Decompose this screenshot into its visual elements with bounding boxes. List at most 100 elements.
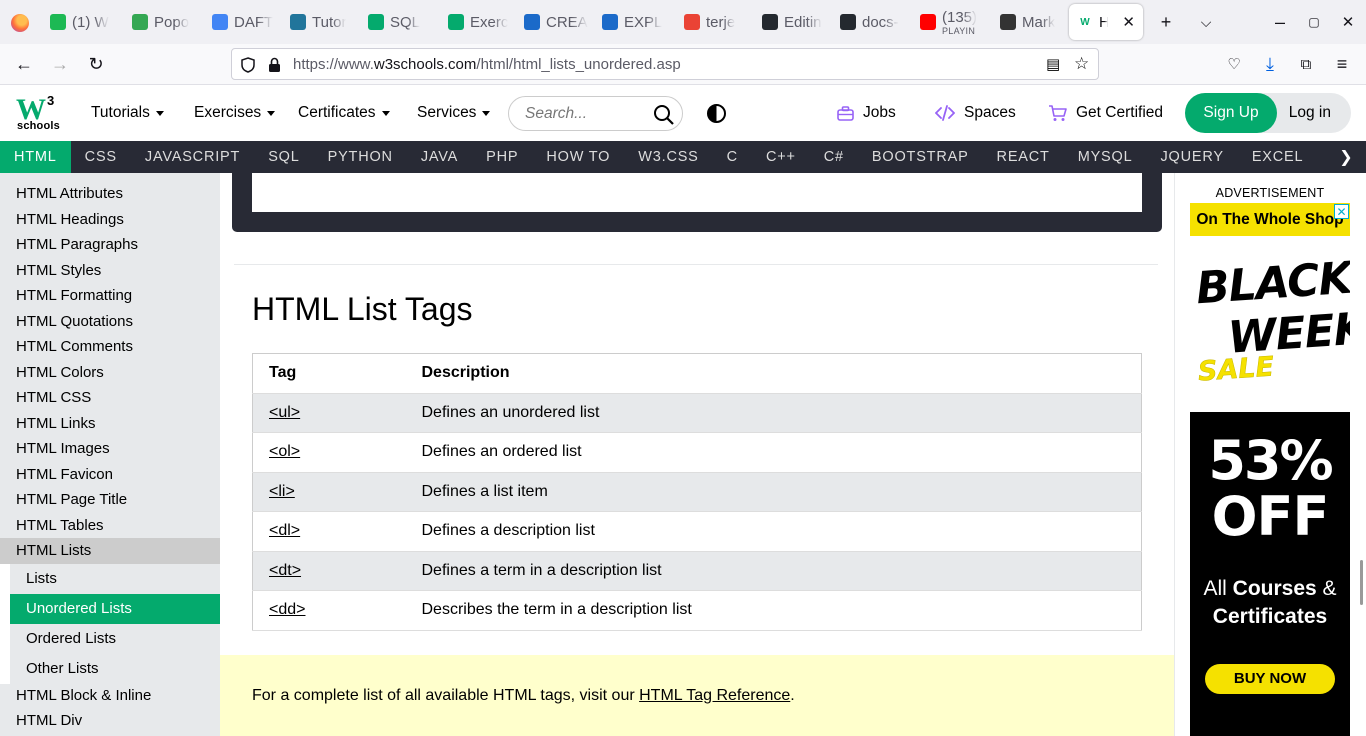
topic-c-[interactable]: C# [810,141,858,173]
sidebar-item[interactable]: HTML Colors [0,360,220,386]
list-all-tabs-icon[interactable]: ⌵ [1194,10,1218,34]
signup-button[interactable]: Sign Up [1185,93,1277,133]
topic-sql[interactable]: SQL [254,141,313,173]
sidebar-item[interactable]: HTML Headings [0,207,220,233]
sidebar-item[interactable]: HTML Links [0,411,220,437]
jobs-link[interactable]: Jobs [837,104,896,122]
tag-link[interactable]: <ol> [269,443,300,460]
minimize-icon[interactable]: – [1268,10,1292,34]
page-scrollbar[interactable] [1360,560,1363,605]
ad-close-icon[interactable]: ✕ [1334,204,1349,219]
sidebar-item[interactable]: HTML Formatting [0,283,220,309]
topic-c[interactable]: C [713,141,752,173]
sidebar-item[interactable]: HTML Block & Inline [0,683,220,709]
browser-tab[interactable]: Tutor [290,4,362,40]
browser-tab[interactable]: Popo [132,4,204,40]
sidebar-item[interactable]: HTML Comments [0,334,220,360]
maximize-icon[interactable]: ▢ [1302,10,1326,34]
downloads-icon[interactable]: ⤓ [1258,52,1282,76]
sidebar-item[interactable]: HTML Div [0,708,220,734]
address-bar[interactable]: https://www.w3schools.com/html/html_list… [231,48,1099,80]
menu-services[interactable]: Services [417,104,491,122]
tag-link[interactable]: <li> [269,483,295,500]
tracking-shield-icon[interactable] [241,57,255,73]
sidebar-subitem[interactable]: Lists [10,563,220,594]
browser-tab[interactable]: Exerc [448,4,520,40]
ad-buy-now-button[interactable]: BUY NOW [1205,664,1335,694]
sidebar-item[interactable]: HTML Paragraphs [0,232,220,258]
app-menu-icon[interactable]: ≡ [1330,52,1354,76]
tag-link[interactable]: <dt> [269,562,301,579]
tab-active[interactable]: W HT ✕ [1069,4,1143,40]
tab-favicon-icon [684,14,700,30]
browser-tab[interactable]: SQL [368,4,440,40]
lock-icon[interactable] [268,57,281,73]
tag-reference-link[interactable]: HTML Tag Reference [639,687,790,704]
sidebar-item[interactable]: HTML Favicon [0,462,220,488]
sidebar-item[interactable]: HTML Images [0,436,220,462]
sidebar-item[interactable]: HTML CSS [0,385,220,411]
browser-tab[interactable]: CREA [524,4,596,40]
pocket-icon[interactable]: ♡ [1222,52,1246,76]
topic-jquery[interactable]: JQUERY [1146,141,1237,173]
tab-title: DAFT [234,13,274,31]
extensions-icon[interactable]: ⧉ [1294,52,1318,76]
tag-link[interactable]: <dl> [269,522,300,539]
reload-icon[interactable]: ↻ [84,52,108,76]
sidebar-item[interactable]: HTML Styles [0,258,220,284]
topic-w3-css[interactable]: W3.CSS [624,141,712,173]
topic-excel[interactable]: EXCEL [1238,141,1318,173]
spaces-label: Spaces [964,104,1016,121]
get-certified-link[interactable]: Get Certified [1048,104,1163,122]
topic-mysql[interactable]: MYSQL [1064,141,1147,173]
sidebar-item[interactable]: HTML Tables [0,513,220,539]
topic-python[interactable]: PYTHON [314,141,407,173]
topic-html[interactable]: HTML [0,141,71,173]
browser-tab[interactable]: (1) W [50,4,122,40]
menu-tutorials[interactable]: Tutorials [91,104,164,122]
topic-java[interactable]: JAVA [407,141,472,173]
topic-react[interactable]: REACT [983,141,1064,173]
topic-php[interactable]: PHP [472,141,532,173]
browser-tab[interactable]: DAFT [212,4,284,40]
sidebar-item[interactable]: HTML Attributes [0,181,220,207]
topic-javascript[interactable]: JAVASCRIPT [131,141,254,173]
topic-how-to[interactable]: HOW TO [532,141,624,173]
browser-tab[interactable]: terje [684,4,756,40]
search-input[interactable]: Search... [508,96,683,131]
sidebar-item[interactable]: HTML Page Title [0,487,220,513]
firefox-menu-icon[interactable] [11,14,29,32]
topic-scroll-right-icon[interactable]: ❯ [1326,141,1366,173]
sidebar-item[interactable]: HTML Quotations [0,309,220,335]
close-tab-icon[interactable]: ✕ [1122,13,1135,31]
ad-banner[interactable]: On The Whole Shop ✕ BLACK WEEK SALE 53% … [1190,203,1350,736]
forward-icon[interactable]: → [48,52,72,76]
browser-tab[interactable]: Editin [762,4,834,40]
dark-mode-toggle-icon[interactable] [707,104,726,123]
close-window-icon[interactable]: ✕ [1336,10,1360,34]
w3schools-logo[interactable]: W 3 schools [16,93,60,133]
topic-bootstrap[interactable]: BOOTSTRAP [858,141,983,173]
tag-link[interactable]: <ul> [269,404,300,421]
tag-link[interactable]: <dd> [269,601,305,618]
spaces-link[interactable]: Spaces [935,104,1016,122]
menu-label: Services [417,104,477,121]
back-icon[interactable]: ← [12,52,36,76]
search-icon[interactable] [653,104,675,126]
browser-tab[interactable]: docs- [840,4,912,40]
bookmark-star-icon[interactable]: ☆ [1074,54,1089,74]
menu-exercises[interactable]: Exercises [194,104,276,122]
menu-certificates[interactable]: Certificates [298,104,390,122]
sidebar-subitem[interactable]: Unordered Lists [10,593,220,624]
reader-view-icon[interactable]: ▤ [1046,55,1060,73]
browser-tab[interactable]: Mark [1000,4,1072,40]
browser-tab[interactable]: (135) PLAYIN [920,4,992,40]
caret-down-icon [155,110,164,116]
sidebar-item-html-lists[interactable]: HTML Lists [0,538,220,564]
browser-tab[interactable]: EXPL [602,4,674,40]
topic-c-[interactable]: C++ [752,141,810,173]
topic-css[interactable]: CSS [71,141,131,173]
sidebar-subitem[interactable]: Ordered Lists [10,623,220,654]
new-tab-icon[interactable]: + [1154,10,1178,34]
sidebar-subitem[interactable]: Other Lists [10,653,220,684]
